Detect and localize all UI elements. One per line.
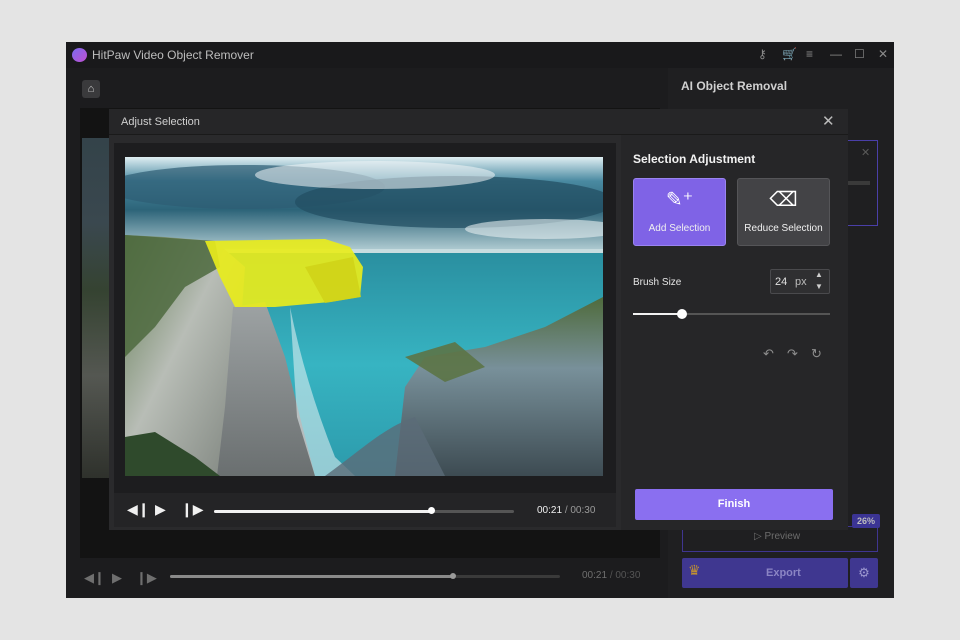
reduce-selection-label: Reduce Selection: [744, 223, 823, 234]
brush-size-slider-fill: [633, 313, 682, 315]
brush-size-unit: px: [795, 276, 807, 288]
undo-icon[interactable]: ↶: [763, 346, 774, 362]
key-icon[interactable]: ⚷: [758, 46, 767, 62]
reduce-selection-button[interactable]: ⌫ Reduce Selection: [737, 178, 830, 246]
play-icon[interactable]: ▶: [155, 501, 166, 518]
gear-icon: ⚙: [858, 565, 870, 580]
cliff-seascape-image: [125, 157, 603, 476]
minimize-icon[interactable]: —: [830, 46, 842, 62]
right-panel-title: AI Object Removal: [681, 79, 788, 93]
eraser-icon: ⌫: [769, 189, 798, 211]
next-frame-icon[interactable]: ❙▶: [136, 570, 157, 586]
dialog-timeline-fill: [214, 510, 431, 513]
background-time-readout: 00:21 / 00:30: [582, 570, 640, 581]
video-frame[interactable]: [125, 157, 603, 476]
export-button[interactable]: [682, 558, 848, 588]
export-settings-button[interactable]: ⚙: [850, 558, 878, 588]
time-total: 00:30: [570, 505, 596, 516]
time-separator: /: [564, 505, 568, 516]
remove-object-icon[interactable]: ✕: [861, 146, 870, 159]
export-label: Export: [766, 567, 801, 579]
background-timeline-fill: [170, 575, 452, 578]
redo-icon[interactable]: ↷: [787, 346, 798, 362]
reset-icon[interactable]: ↻: [811, 346, 822, 362]
play-icon[interactable]: ▶: [112, 570, 122, 586]
home-button[interactable]: ⌂: [82, 80, 100, 98]
menu-icon[interactable]: ≡: [806, 46, 813, 62]
app-title: HitPaw Video Object Remover: [92, 48, 254, 62]
bg-time-total: 00:30: [615, 570, 641, 581]
dialog-timeline-knob[interactable]: [428, 507, 435, 514]
brush-size-slider-knob[interactable]: [677, 309, 687, 319]
app-logo: [72, 48, 87, 62]
add-selection-label: Add Selection: [648, 223, 711, 234]
dialog-title: Adjust Selection: [121, 116, 200, 128]
background-player-controls: ◀❙ ▶ ❙▶: [66, 558, 666, 598]
dialog-header: Adjust Selection ✕: [109, 109, 848, 135]
brush-plus-icon: ✎⁺: [665, 189, 694, 211]
progress-badge: 26%: [852, 514, 880, 528]
prev-frame-icon[interactable]: ◀❙: [127, 501, 150, 518]
prev-frame-icon[interactable]: ◀❙: [84, 570, 105, 586]
background-timeline-knob[interactable]: [450, 573, 456, 579]
bg-time-current: 00:21: [582, 570, 608, 581]
crown-icon: ♛: [688, 562, 701, 578]
maximize-icon[interactable]: ☐: [854, 46, 865, 62]
preview-label-text: Preview: [764, 531, 801, 542]
brush-size-label: Brush Size: [633, 277, 682, 288]
add-selection-button[interactable]: ✎⁺ Add Selection: [633, 178, 726, 246]
close-icon[interactable]: ✕: [878, 46, 888, 62]
title-bar: HitPaw Video Object Remover ⚷ 🛒 ≡ — ☐ ✕: [66, 42, 894, 68]
adjust-selection-dialog: Adjust Selection ✕ ◀❙ ▶ ❙▶ 00:21 / 00:30…: [109, 109, 848, 530]
selection-adjustment-title: Selection Adjustment: [633, 152, 756, 166]
dialog-time-readout: 00:21 / 00:30: [537, 505, 595, 516]
next-frame-icon[interactable]: ❙▶: [181, 501, 204, 518]
home-icon: ⌂: [87, 83, 95, 95]
time-current: 00:21: [537, 505, 563, 516]
cart-icon[interactable]: 🛒: [782, 46, 797, 62]
bg-time-separator: /: [609, 570, 613, 581]
brush-size-value: 24: [775, 276, 788, 288]
stepper-up-icon[interactable]: ▲: [815, 270, 823, 279]
dialog-close-icon[interactable]: ✕: [822, 112, 835, 130]
preview-label: ▷ Preview: [754, 531, 801, 542]
finish-button[interactable]: Finish: [635, 489, 833, 520]
stepper-down-icon[interactable]: ▼: [815, 282, 823, 291]
